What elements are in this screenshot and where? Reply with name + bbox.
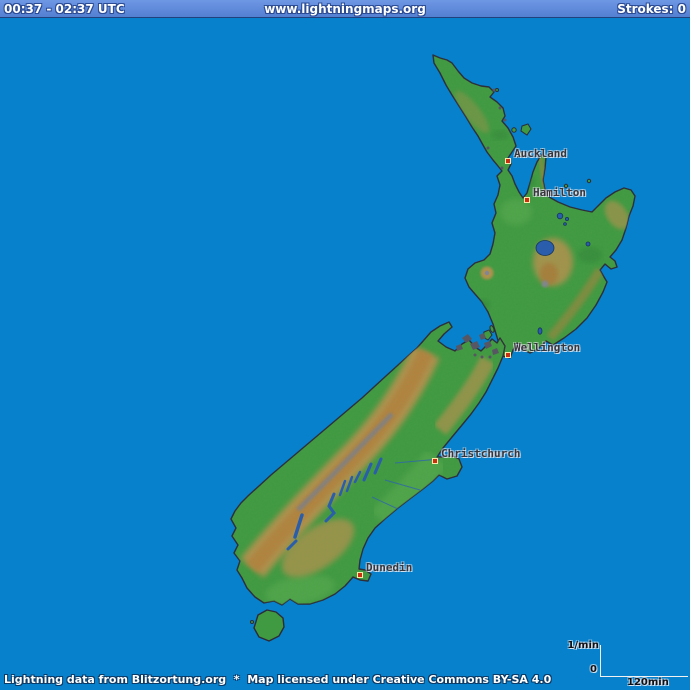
city-marker [505,352,511,358]
legend-time-label: 120min [627,677,669,688]
city-marker [432,458,438,464]
attribution-text: Lightning data from Blitzortung.org * Ma… [4,673,551,686]
map-canvas[interactable] [0,0,690,690]
legend-y-axis [600,645,601,677]
time-range-label: 00:37 - 02:37 UTC [4,2,205,16]
city-name: Dunedin [366,561,412,574]
site-title: www.lightningmaps.org [205,2,486,16]
city-marker [357,572,363,578]
legend-rate-label: 1/min [567,640,599,651]
top-status-bar: 00:37 - 02:37 UTC www.lightningmaps.org … [0,0,690,18]
city-marker [505,158,511,164]
legend-zero-label: 0 [590,664,597,675]
legend-x-axis [600,676,688,677]
city-name: Hamilton [533,186,586,199]
south-island-terrain [220,315,520,625]
city-name: Christchurch [441,447,520,460]
city-name: Auckland [514,147,567,160]
north-island-terrain [420,40,650,370]
city-marker [524,197,530,203]
city-name: Wellington [514,341,580,354]
strokes-counter: Strokes: 0 [485,2,686,16]
stewart-island [254,610,284,641]
lightningmaps-window: 00:37 - 02:37 UTC www.lightningmaps.org … [0,0,690,690]
